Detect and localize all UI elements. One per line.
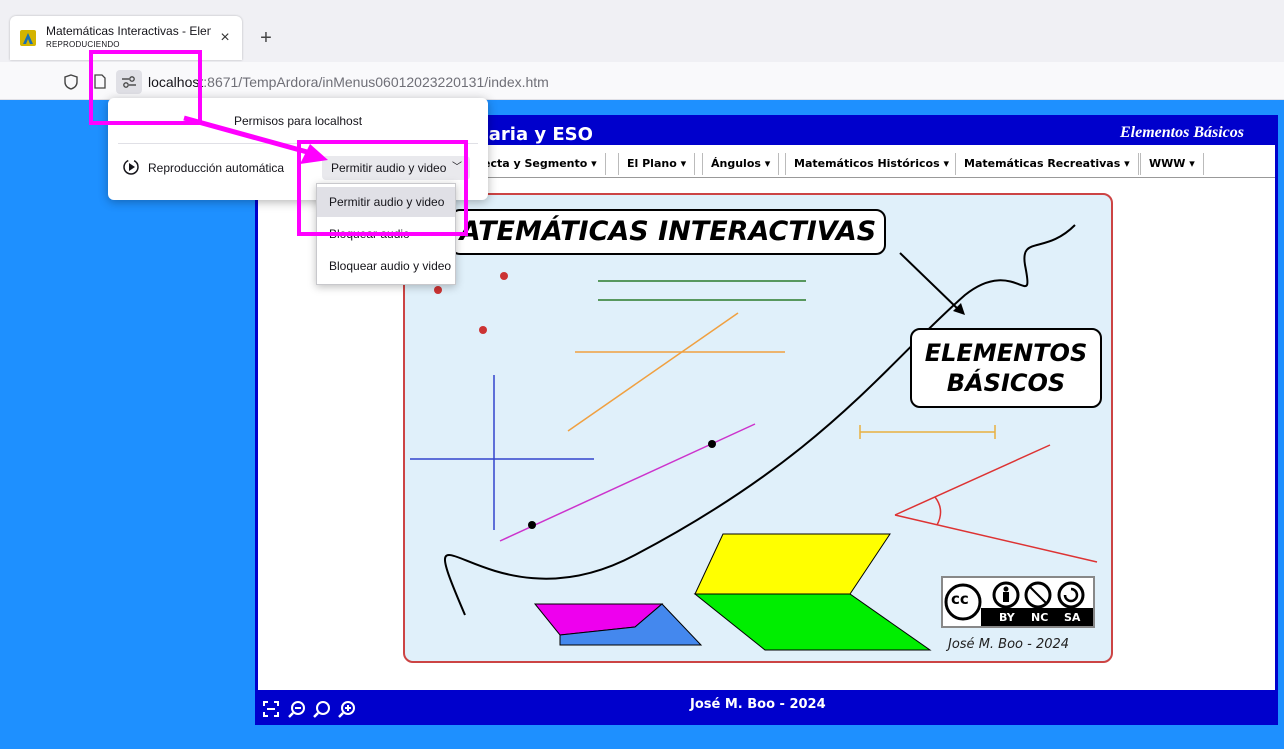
zoom-reset-icon[interactable]: [313, 700, 331, 718]
menu-el-plano[interactable]: El Plano ▾: [618, 153, 696, 175]
cc-label: cc: [951, 590, 969, 608]
tab-close-icon[interactable]: ×: [215, 28, 235, 48]
menu-angulos[interactable]: Ángulos ▾: [702, 153, 780, 175]
angle-arc: [934, 496, 942, 526]
permissions-title: Permisos para localhost: [234, 114, 363, 128]
tab-playing-label: REPRODUCIENDO: [46, 40, 120, 49]
fullscreen-icon[interactable]: [262, 700, 280, 718]
menu-recta-segmento[interactable]: ecta y Segmento ▾: [474, 153, 606, 175]
shield-icon[interactable]: [64, 74, 78, 95]
autoplay-icon: [122, 158, 140, 181]
box-line-1: ELEMENTOS: [924, 339, 1088, 367]
box-line-2: BÁSICOS: [946, 369, 1066, 397]
option-block-audio-video[interactable]: Bloquear audio y video: [317, 251, 455, 281]
highlight-permissions-icon: [89, 50, 202, 125]
license-author: José M. Boo - 2024: [948, 637, 1070, 652]
cc-by-label: BY: [999, 611, 1015, 624]
point: [479, 326, 487, 334]
ardora-favicon-icon: [20, 30, 36, 46]
page-title: maria y ESO: [470, 124, 593, 145]
tab-title: Matemáticas Interactivas - Elem: [46, 24, 211, 38]
point: [708, 440, 716, 448]
menu-matematicas-recreativas[interactable]: Matemáticas Recreativas ▾: [955, 153, 1139, 175]
page-subtitle: Elementos Básicos: [1120, 124, 1245, 141]
elementos-basicos-box: ELEMENTOS BÁSICOS: [910, 328, 1102, 408]
cc-nc-label: NC: [1031, 611, 1049, 624]
footer-author: José M. Boo - 2024: [690, 697, 826, 712]
green-parallelogram: [693, 593, 932, 651]
zoom-in-icon[interactable]: [338, 700, 356, 718]
autoplay-label: Reproducción automática: [148, 161, 285, 175]
angle-ray: [894, 444, 1051, 516]
url-path: :8671/TempArdora/inMenus06012023220131/i…: [203, 74, 549, 90]
point: [434, 286, 442, 294]
point: [528, 521, 536, 529]
magenta-line: [499, 423, 756, 542]
creative-commons-badge: cc BY NC SA: [941, 576, 1095, 628]
url-bar[interactable]: localhost:8671/TempArdora/inMenus0601202…: [148, 74, 549, 90]
zoom-out-icon[interactable]: [288, 700, 306, 718]
point: [500, 272, 508, 280]
illustration-title: ATEMÁTICAS INTERACTIVAS: [450, 209, 886, 255]
arrow-line: [899, 252, 961, 312]
highlight-autoplay-select: [297, 140, 468, 236]
yellow-parallelogram: [694, 533, 891, 595]
menu-matematicos-historicos[interactable]: Matemáticos Históricos ▾: [785, 153, 958, 175]
cc-sa-label: SA: [1064, 611, 1081, 624]
orange-line: [567, 312, 739, 432]
menu-www[interactable]: WWW ▾: [1140, 153, 1204, 175]
angle-ray: [894, 514, 1098, 563]
new-tab-button[interactable]: +: [256, 28, 276, 48]
